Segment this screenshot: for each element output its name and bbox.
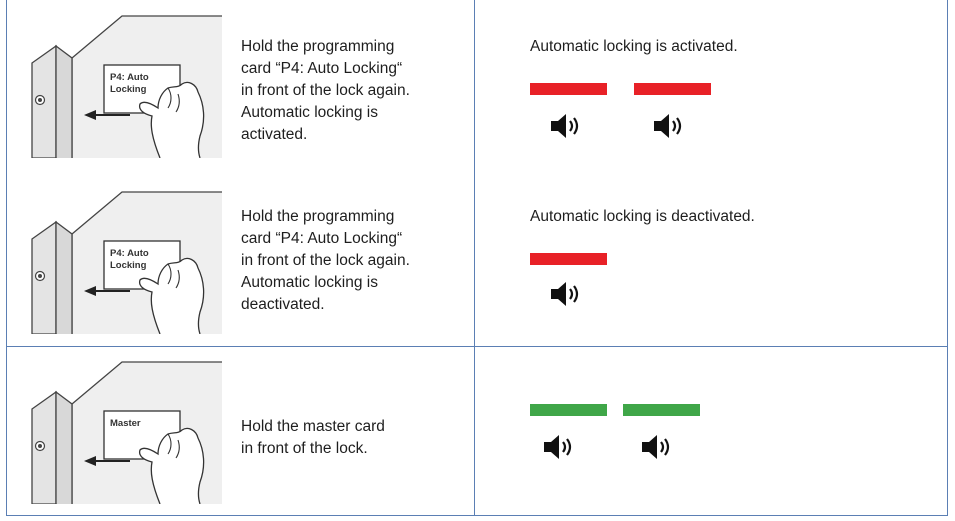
card-label-line2: Locking: [110, 84, 147, 95]
column-divider: [474, 0, 475, 516]
red-led-signal: [634, 83, 711, 95]
red-led-signal: [530, 83, 607, 95]
red-led-signal: [530, 253, 607, 265]
speaker-icon: [542, 434, 576, 460]
instruction-line: in front of the lock.: [241, 440, 368, 457]
instruction-text-3: Hold the master card in front of the loc…: [241, 416, 466, 460]
instruction-line: in front of the lock again.: [241, 82, 410, 99]
instruction-line: card “P4: Auto Locking“: [241, 230, 403, 247]
row-divider: [6, 346, 948, 347]
speaker-icon: [652, 113, 686, 139]
card-label-line1: Master: [110, 418, 141, 429]
green-led-signal: [530, 404, 607, 416]
card-label-line2: Locking: [110, 260, 147, 271]
instruction-line: Hold the master card: [241, 418, 385, 435]
instruction-line: deactivated.: [241, 296, 325, 313]
result-text-2: Automatic locking is deactivated.: [530, 208, 755, 225]
instruction-line: card “P4: Auto Locking“: [241, 60, 403, 77]
illustration-card-at-lock-1: P4: Auto Locking: [22, 8, 222, 158]
speaker-icon: [640, 434, 674, 460]
instruction-text-2: Hold the programming card “P4: Auto Lock…: [241, 206, 466, 316]
instruction-line: Automatic locking is: [241, 104, 378, 121]
instruction-line: activated.: [241, 126, 308, 143]
card-label-line1: P4: Auto: [110, 72, 149, 83]
result-text-1: Automatic locking is activated.: [530, 38, 738, 55]
card-label-line1: P4: Auto: [110, 248, 149, 259]
illustration-master-card-at-lock: Master: [22, 354, 222, 504]
instruction-line: in front of the lock again.: [241, 252, 410, 269]
instruction-line: Hold the programming: [241, 38, 395, 55]
illustration-card-at-lock-2: P4: Auto Locking: [22, 184, 222, 334]
instruction-text-1: Hold the programming card “P4: Auto Lock…: [241, 36, 466, 146]
instruction-line: Automatic locking is: [241, 274, 378, 291]
green-led-signal: [623, 404, 700, 416]
instruction-line: Hold the programming: [241, 208, 395, 225]
speaker-icon: [549, 281, 583, 307]
speaker-icon: [549, 113, 583, 139]
